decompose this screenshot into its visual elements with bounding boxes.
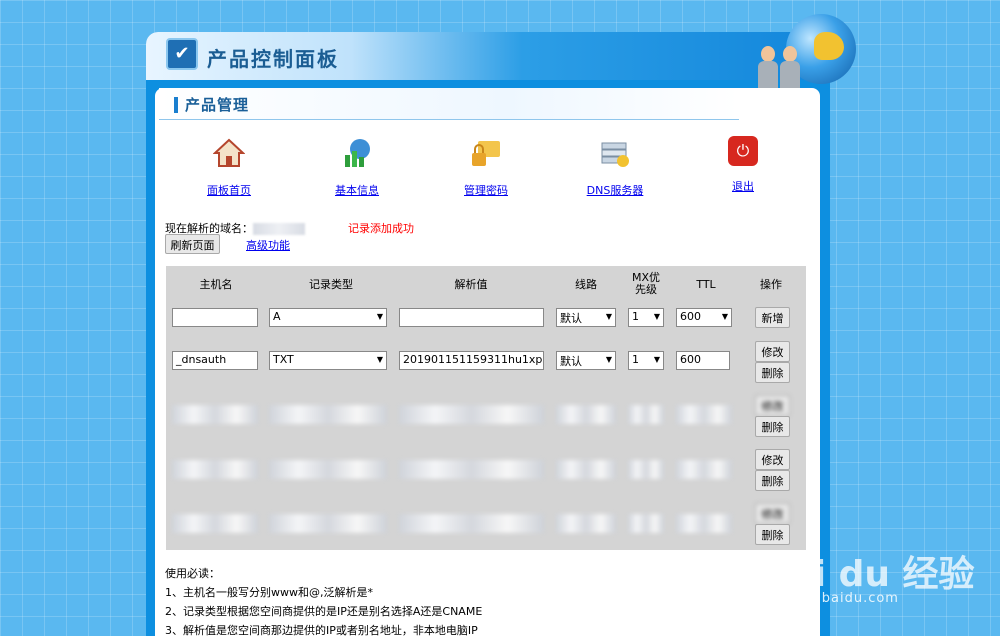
mx-priority-select[interactable]: 1 ▼ [628, 308, 664, 327]
mx-value: 1 [632, 310, 639, 323]
nav-label[interactable]: DNS服务器 [570, 182, 660, 198]
nav-basic-info[interactable]: 基本信息 [312, 136, 402, 198]
host-input[interactable] [172, 308, 258, 327]
notes-heading: 使用必读： [165, 567, 220, 580]
record-type-select[interactable]: TXT ▼ [269, 351, 387, 370]
nav-label[interactable]: 面板首页 [184, 182, 274, 198]
mx-value: 1 [632, 353, 639, 366]
value-input[interactable]: 201901151159311hu1xpsu8c [399, 351, 544, 370]
header-record-type: 记录类型 [309, 278, 353, 291]
nav-logout[interactable]: ⏻ 退出 [698, 136, 788, 194]
note-item: 3、解析值是您空间商那边提供的IP或者别名地址，非本地电脑IP [165, 624, 478, 636]
section-marker [174, 97, 178, 113]
current-domain-value [253, 223, 305, 235]
edit-record-button[interactable]: 修改 [755, 395, 790, 416]
nav-label[interactable]: 基本信息 [312, 182, 402, 198]
record-type-value: A [273, 310, 281, 323]
header-ttl: TTL [696, 277, 716, 291]
password-lock-icon [469, 136, 503, 170]
refresh-page-button[interactable]: 刷新页面 [165, 234, 220, 254]
header-host: 主机名 [199, 278, 233, 291]
delete-record-button[interactable]: 删除 [755, 470, 790, 491]
nav-label[interactable]: 退出 [698, 178, 788, 194]
record-type-select[interactable]: A ▼ [269, 308, 387, 327]
header-value: 解析值 [454, 278, 488, 291]
panel-logo-icon: ✔ [166, 38, 198, 70]
edit-record-button[interactable]: 修改 [755, 503, 790, 524]
line-value: 默认 [560, 312, 582, 325]
mx-priority-select[interactable]: 1 ▼ [628, 351, 664, 370]
line-select[interactable]: 默认 ▼ [556, 351, 616, 370]
nav-home[interactable]: 面板首页 [184, 136, 274, 198]
line-select[interactable]: 默认 ▼ [556, 308, 616, 327]
header-mx-priority: MX优先级 [631, 271, 661, 296]
note-item: 1、主机名一般写分别www和@,泛解析是* [165, 586, 373, 599]
info-globe-icon [340, 136, 374, 170]
edit-record-button[interactable]: 修改 [755, 341, 790, 362]
advanced-features-link[interactable]: 高级功能 [246, 237, 290, 253]
watermark-brand: Bai du 经验 [762, 554, 975, 595]
value-input[interactable] [399, 308, 544, 327]
ttl-select[interactable]: 600 ▼ [676, 308, 732, 327]
panel-title: 产品控制面板 [207, 47, 339, 71]
usage-notes: 使用必读： 1、主机名一般写分别www和@,泛解析是* 2、记录类型根据您空间商… [165, 564, 482, 636]
watermark-url: jingyan.baidu.com [762, 591, 899, 606]
line-value: 默认 [560, 355, 582, 368]
dns-server-icon [598, 136, 632, 170]
nav-dns-server[interactable]: DNS服务器 [570, 136, 660, 198]
header-operation: 操作 [760, 278, 782, 291]
success-message: 记录添加成功 [348, 222, 414, 235]
note-item: 2、记录类型根据您空间商提供的是IP还是别名选择A还是CNAME [165, 605, 483, 618]
delete-record-button[interactable]: 删除 [755, 362, 790, 383]
record-type-value: TXT [273, 353, 294, 366]
table-header: 主机名 记录类型 解析值 线路 MX优先级 TTL 操作 [166, 266, 806, 302]
ttl-input[interactable]: 600 [676, 351, 730, 370]
ttl-value: 600 [680, 310, 701, 323]
delete-record-button[interactable]: 删除 [755, 524, 790, 545]
power-icon: ⏻ [728, 136, 758, 166]
home-icon [212, 136, 246, 170]
add-record-button[interactable]: 新增 [755, 307, 790, 328]
section-title: 产品管理 [185, 96, 250, 114]
header-line: 线路 [575, 278, 597, 291]
delete-record-button[interactable]: 删除 [755, 416, 790, 437]
nav-manage-password[interactable]: 管理密码 [441, 136, 531, 198]
edit-record-button[interactable]: 修改 [755, 449, 790, 470]
host-input[interactable]: _dnsauth [172, 351, 258, 370]
nav-label[interactable]: 管理密码 [441, 182, 531, 198]
baidu-watermark: Bai du 经验 jingyan.baidu.com [762, 545, 975, 606]
